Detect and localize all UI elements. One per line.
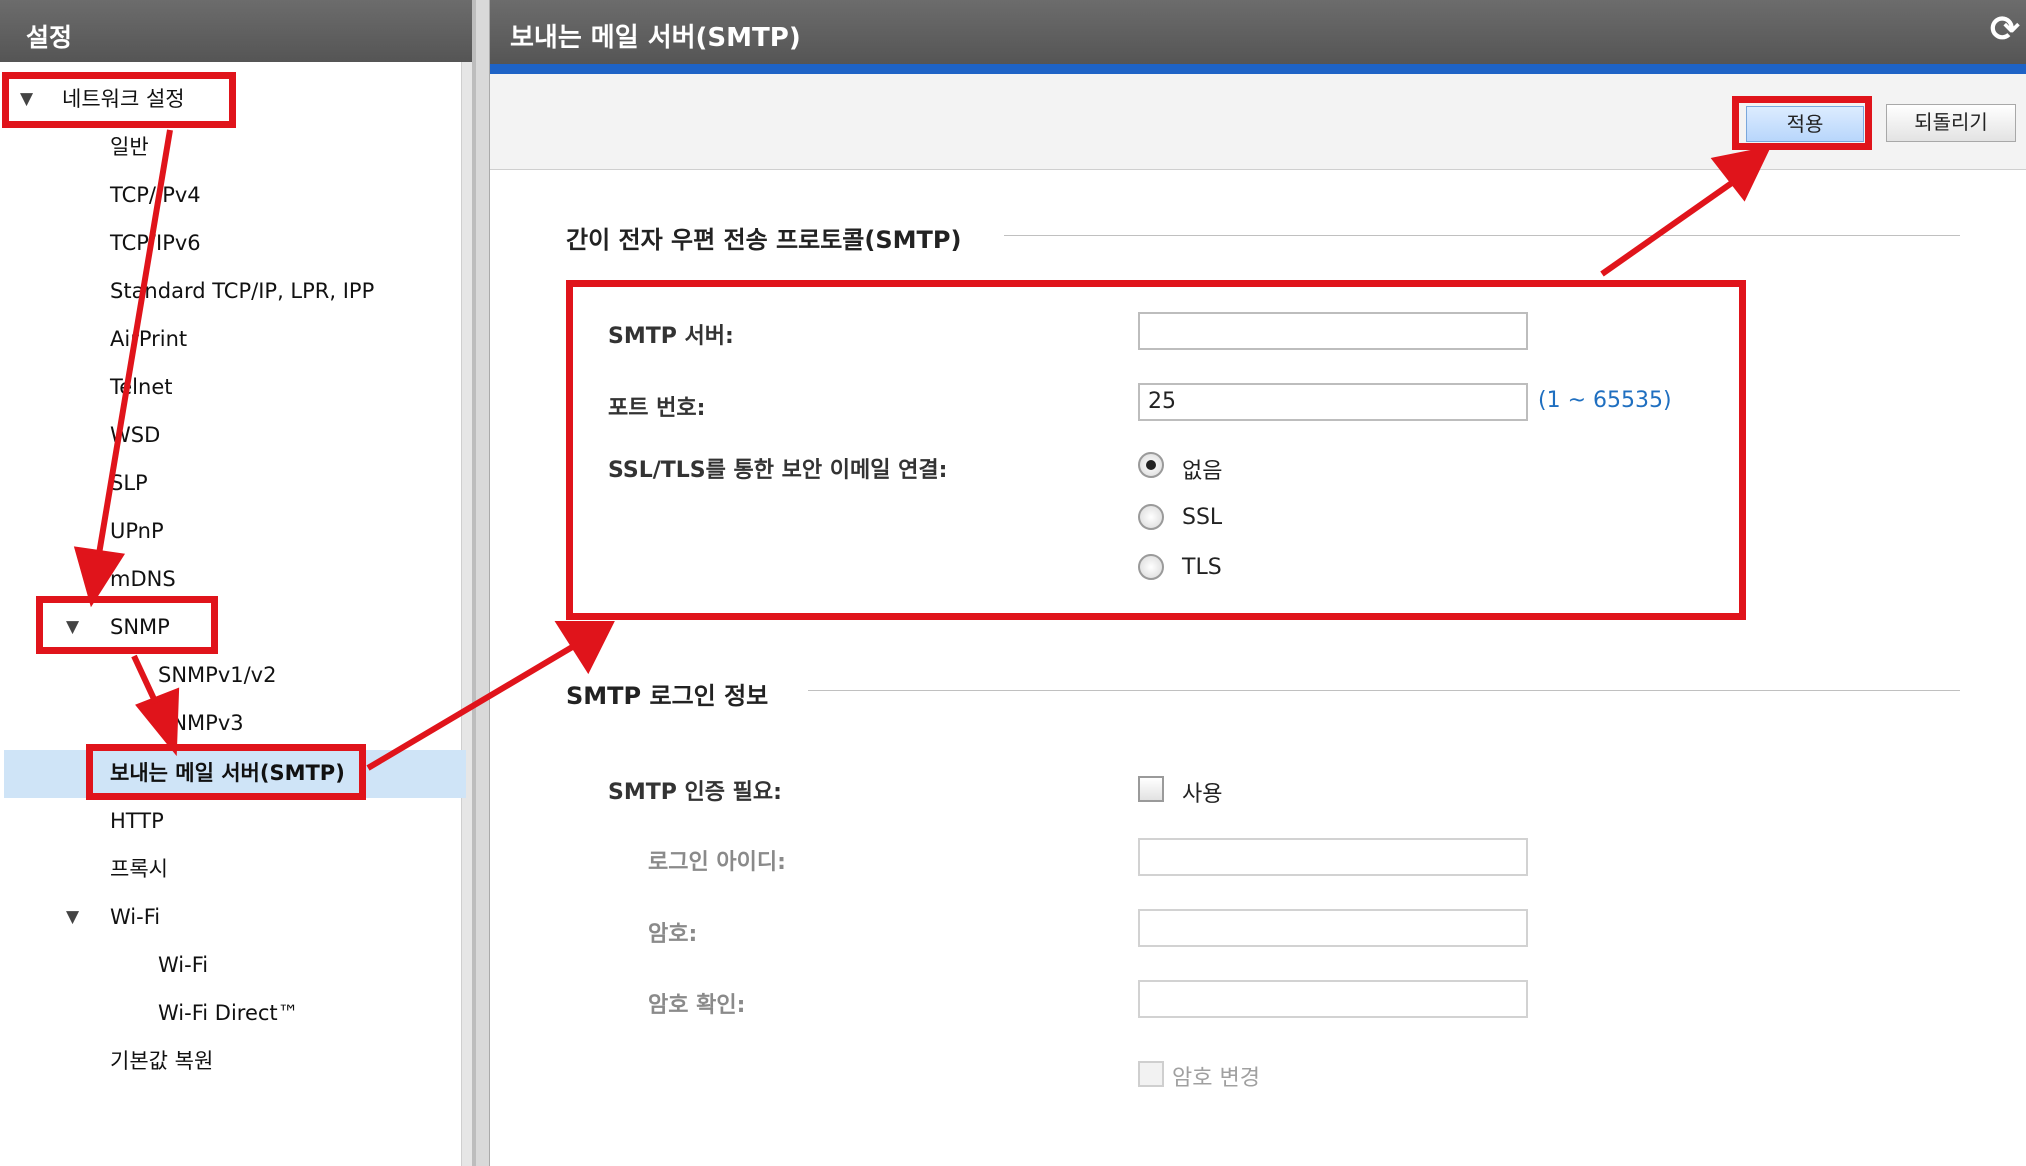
sidebar-scrollbar[interactable] — [461, 62, 472, 1166]
password-confirm-label: 암호 확인: — [648, 993, 746, 1018]
chevron-down-icon[interactable]: ▼ — [66, 894, 79, 940]
annotation-box-smtp-settings — [566, 280, 1746, 620]
tree-item-snmpv3[interactable]: SNMPv3 — [158, 700, 244, 746]
login-id-label: 로그인 아이디: — [648, 850, 786, 875]
section-divider — [808, 690, 1960, 691]
change-password-label: 암호 변경 — [1172, 1066, 1260, 1091]
tree-item-snmpv1v2[interactable]: SNMPv1/v2 — [158, 652, 276, 698]
smtp-auth-checkbox[interactable] — [1138, 776, 1164, 802]
tree-item-slp[interactable]: SLP — [110, 460, 148, 506]
annotation-arrow — [1600, 177, 1738, 277]
tree-item-wifi-group[interactable]: Wi-Fi — [110, 894, 160, 940]
password-input[interactable] — [1138, 909, 1528, 947]
login-id-input[interactable] — [1138, 838, 1528, 876]
header-accent-bar — [490, 64, 2026, 74]
refresh-icon[interactable]: ⟳ — [1990, 12, 2020, 48]
tree-item-telnet[interactable]: Telnet — [110, 364, 172, 410]
revert-button[interactable]: 되돌리기 — [1886, 104, 2016, 142]
tree-item-http[interactable]: HTTP — [110, 798, 164, 844]
tree-item-upnp[interactable]: UPnP — [110, 508, 164, 554]
annotation-arrowhead — [554, 621, 615, 675]
tree-item-wifi[interactable]: Wi-Fi — [158, 942, 208, 988]
annotation-box-network-settings — [2, 72, 236, 128]
tree-item-wsd[interactable]: WSD — [110, 412, 160, 458]
page-title-text: 보내는 메일 서버(SMTP) — [510, 23, 801, 53]
password-confirm-input[interactable] — [1138, 980, 1528, 1018]
tree-item-airprint[interactable]: AirPrint — [110, 316, 187, 362]
tree-item-proxy[interactable]: 프록시 — [110, 846, 168, 892]
tree-item-general[interactable]: 일반 — [110, 124, 149, 170]
smtp-auth-checkbox-label: 사용 — [1182, 782, 1223, 807]
sidebar-title: 설정 — [0, 0, 472, 62]
annotation-box-snmp — [36, 596, 218, 654]
smtp-section-title: 간이 전자 우편 전송 프로토콜(SMTP) — [566, 226, 962, 254]
tree-item-tcpipv4[interactable]: TCP/IPv4 — [110, 172, 201, 218]
change-password-checkbox[interactable] — [1138, 1061, 1164, 1087]
tree-item-wifi-direct[interactable]: Wi-Fi Direct™ — [158, 990, 299, 1036]
annotation-box-smtp — [86, 744, 366, 800]
tree-item-restore-defaults[interactable]: 기본값 복원 — [110, 1038, 213, 1084]
section-divider — [1004, 235, 1960, 236]
page-title: 보내는 메일 서버(SMTP) ⟳ — [490, 0, 2026, 64]
tree-item-standard-tcpip[interactable]: Standard TCP/IP, LPR, IPP — [110, 268, 374, 314]
password-label: 암호: — [648, 922, 698, 947]
annotation-box-apply — [1732, 96, 1872, 150]
tree-item-tcpipv6[interactable]: TCP/IPv6 — [110, 220, 201, 266]
smtp-auth-label: SMTP 인증 필요: — [608, 780, 782, 805]
login-section-title: SMTP 로그인 정보 — [566, 682, 769, 710]
panel-splitter[interactable] — [476, 0, 490, 1166]
